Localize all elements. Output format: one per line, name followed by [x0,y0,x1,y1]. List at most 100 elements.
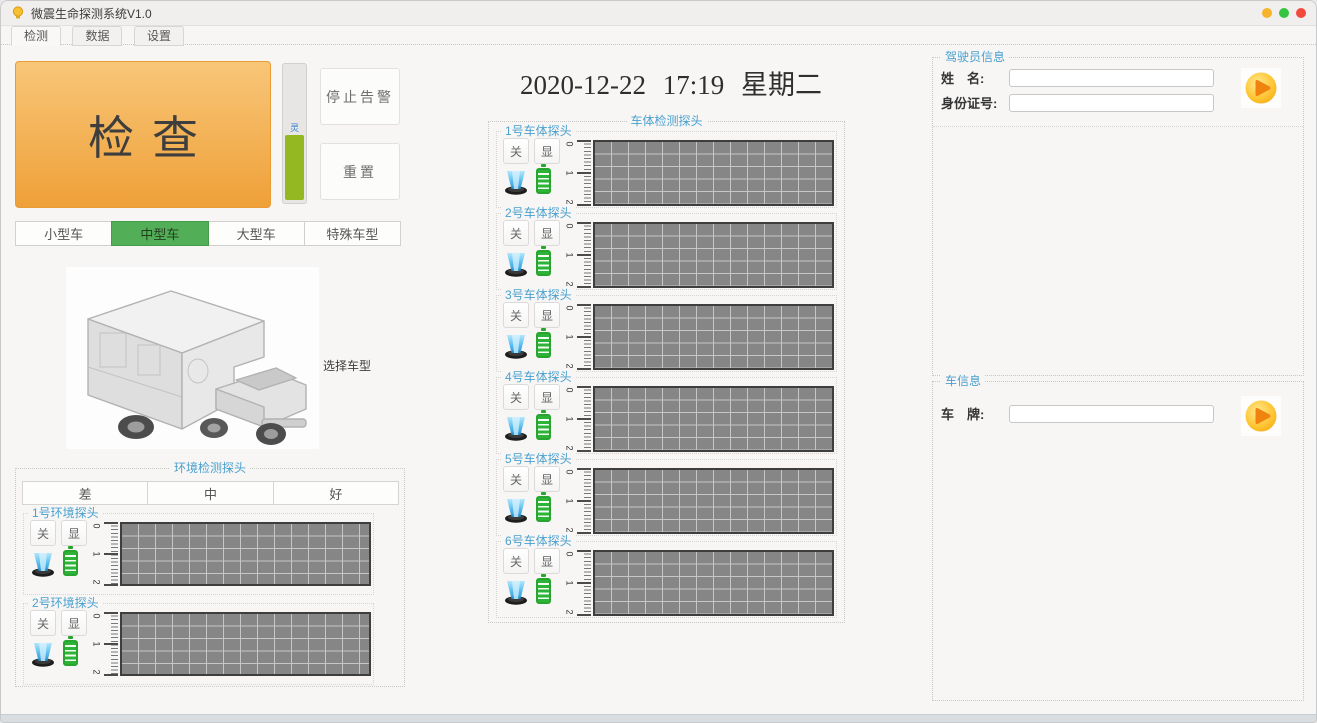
probe-off-button[interactable]: 关 [30,520,56,546]
plate-label: 车 牌: [941,404,1009,423]
ruler-tick-1: 1 [566,415,574,424]
tab-detection[interactable]: 检测 [11,26,61,46]
probe-controls: 关 显 [30,610,92,667]
tab-data[interactable]: 数据 [72,26,122,46]
ruler-tick-1: 1 [93,640,101,649]
probe-label: 4号车体探头 [502,370,575,384]
probe-off-button[interactable]: 关 [503,220,529,246]
probe-show-button[interactable]: 显 [534,466,560,492]
probe-show-button[interactable]: 显 [61,610,87,636]
probe-show-button[interactable]: 显 [534,220,560,246]
battery-icon [536,414,551,440]
minimize-dot-icon[interactable] [1262,8,1272,18]
detector-beam-icon [503,252,529,277]
ruler-tick-1: 1 [566,251,574,260]
probe-group: 5号车体探头 关 显 0 1 [496,459,837,536]
probe-group: 3号车体探头 关 显 0 1 [496,295,837,372]
waveform-grid [593,222,834,288]
waveform-grid [593,550,834,616]
probe-label: 6号车体探头 [502,534,575,548]
ruler-tick-0: 0 [93,612,101,621]
body-probe-rows: 1号车体探头 关 显 0 1 [496,131,837,618]
vehicle-type-medium[interactable]: 中型车 [111,221,208,246]
ruler-tick-0: 0 [566,386,574,395]
probe-group: 2号车体探头 关 显 0 1 [496,213,837,290]
env-level-good-button[interactable]: 好 [273,481,399,505]
ruler-tick-2: 2 [93,578,101,587]
vehicle-type-large[interactable]: 大型车 [208,221,305,246]
probe-controls: 关 显 [503,220,565,277]
probe-show-button[interactable]: 显 [534,548,560,574]
driver-name-label: 姓 名: [941,68,1009,87]
probe-off-button[interactable]: 关 [503,548,529,574]
env-level-medium-button[interactable]: 中 [147,481,273,505]
waveform-grid [593,468,834,534]
ruler-tick-1: 1 [566,333,574,342]
ruler-tick-2: 2 [566,608,574,617]
ruler-tick-2: 2 [93,668,101,677]
probe-off-button[interactable]: 关 [503,302,529,328]
probe-controls: 关 显 [503,466,565,523]
driver-id-input[interactable] [1009,94,1214,112]
probe-group: 1号环境探头 关 显 0 1 [23,513,374,595]
probe-show-button[interactable]: 显 [534,384,560,410]
plate-input[interactable] [1009,405,1214,423]
driver-info-group: 驾驶员信息 姓 名: 身份证号: [932,57,1304,376]
probe-label: 3号车体探头 [502,288,575,302]
ruler-tick-0: 0 [93,522,101,531]
waveform-grid [593,140,834,206]
probe-show-button[interactable]: 显 [534,302,560,328]
probe-off-button[interactable]: 关 [30,610,56,636]
ruler-tick-0: 0 [566,222,574,231]
waveform-grid [593,386,834,452]
sensitivity-slider[interactable]: 灵 [282,63,307,204]
detector-beam-icon [503,498,529,523]
probe-controls: 关 显 [30,520,92,577]
vehicle-type-special[interactable]: 特殊车型 [304,221,401,246]
probe-show-button[interactable]: 显 [534,138,560,164]
battery-icon [536,578,551,604]
probe-group: 4号车体探头 关 显 0 1 [496,377,837,454]
body-group-title: 车体检测探头 [626,114,706,128]
probe-off-button[interactable]: 关 [503,466,529,492]
waveform-grid [593,304,834,370]
sensitivity-fill [285,135,304,200]
probe-group: 6号车体探头 关 显 0 1 [496,541,837,618]
ruler-scale-icon: 0 1 2 [565,550,591,616]
sensitivity-slider-label: 灵 [283,123,306,133]
vehicle-type-small[interactable]: 小型车 [15,221,112,246]
tab-settings[interactable]: 设置 [134,26,184,46]
probe-controls: 关 显 [503,138,565,195]
environment-level-row: 差 中 好 [22,481,398,505]
ruler-tick-0: 0 [566,468,574,477]
probe-off-button[interactable]: 关 [503,384,529,410]
vehicle-play-button[interactable] [1241,396,1281,436]
reset-button[interactable]: 重置 [320,143,400,200]
probe-off-button[interactable]: 关 [503,138,529,164]
stop-alarm-button[interactable]: 停止告警 [320,68,400,125]
probe-label: 5号车体探头 [502,452,575,466]
driver-name-input[interactable] [1009,69,1214,87]
probe-label: 1号环境探头 [29,506,102,520]
ruler-scale-icon: 0 1 2 [565,304,591,370]
detector-beam-icon [503,334,529,359]
probe-label: 2号车体探头 [502,206,575,220]
probe-show-button[interactable]: 显 [61,520,87,546]
vehicle-info-group: 车信息 车 牌: [932,381,1304,701]
check-button[interactable]: 检查 [15,61,271,208]
ruler-tick-1: 1 [566,169,574,178]
driver-play-button[interactable] [1241,68,1281,108]
environment-probe-rows: 1号环境探头 关 显 0 1 [16,513,404,685]
select-vehicle-hint: 选择车型 [323,357,371,374]
title-bar: 微震生命探测系统V1.0 [1,1,1316,26]
window-bottom-edge [1,714,1316,722]
waveform-grid [120,522,371,586]
battery-icon [63,550,78,576]
ruler-scale-icon: 0 1 2 [565,468,591,534]
environment-group-title: 环境检测探头 [170,461,250,475]
env-level-bad-button[interactable]: 差 [22,481,148,505]
battery-icon [536,332,551,358]
close-dot-icon[interactable] [1296,8,1306,18]
ruler-tick-1: 1 [566,579,574,588]
maximize-dot-icon[interactable] [1279,8,1289,18]
